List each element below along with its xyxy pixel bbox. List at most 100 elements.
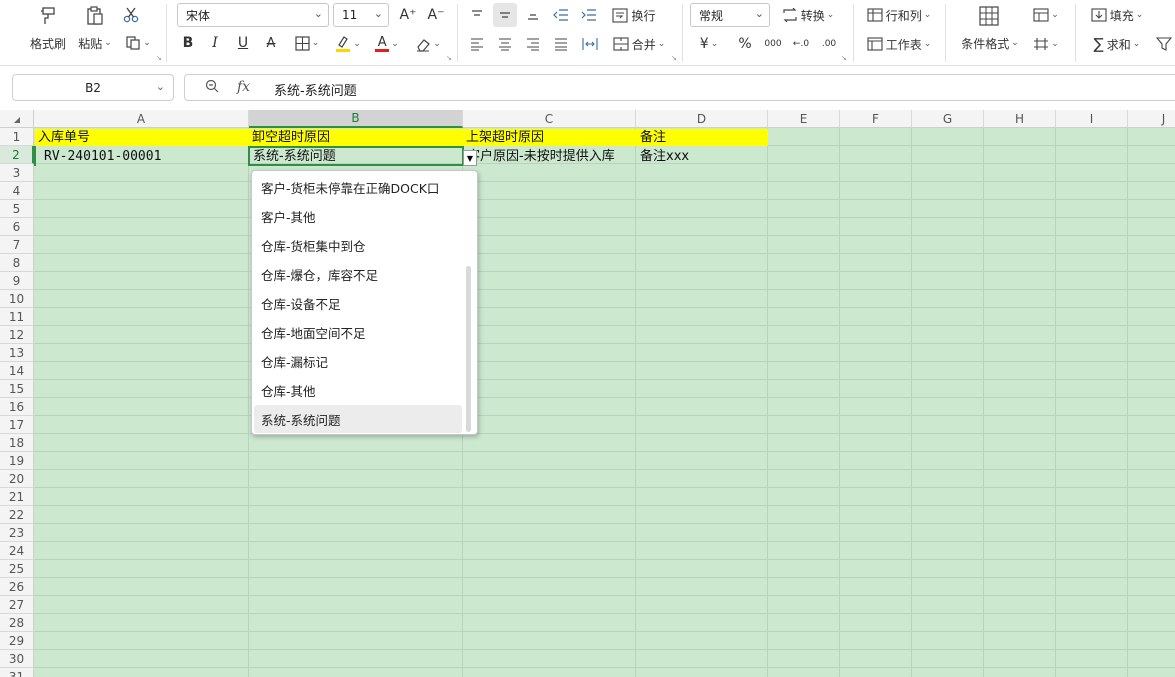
decrease-decimal-icon[interactable]: .00 (818, 34, 840, 54)
column-header-h[interactable]: H (984, 110, 1056, 128)
formula-input[interactable]: fx 系统-系统问题 (184, 74, 1175, 101)
row-header-26[interactable]: 26 (0, 578, 34, 596)
row-header-8[interactable]: 8 (0, 254, 34, 272)
cell-D2[interactable]: 备注xxx (640, 148, 689, 166)
column-header-e[interactable]: E (768, 110, 840, 128)
column-header-c[interactable]: C (463, 110, 636, 128)
row-header-25[interactable]: 25 (0, 560, 34, 578)
dropdown-option[interactable]: 客户-货柜未停靠在正确DOCK口 (254, 173, 462, 201)
dropdown-option[interactable]: 客户-其他 (254, 202, 462, 230)
dropdown-option[interactable]: 系统-系统问题 (254, 405, 462, 433)
cell-A2[interactable]: RV-240101-00001 (44, 148, 161, 166)
distribute-icon[interactable] (579, 34, 601, 54)
convert-button[interactable]: 转换 ⌄ (778, 5, 838, 25)
row-header-22[interactable]: 22 (0, 506, 34, 524)
row-header-21[interactable]: 21 (0, 488, 34, 506)
shrink-font-button[interactable]: A⁻ (425, 5, 447, 25)
cell-A1[interactable]: 入库单号 (38, 129, 90, 147)
strikethrough-button[interactable]: A (261, 33, 281, 53)
conditional-format-button[interactable]: 条件格式 ⌄ (958, 36, 1022, 51)
zoom-icon[interactable] (205, 79, 219, 97)
number-format-select[interactable]: 常规 ⌄ (690, 3, 770, 27)
paste-icon[interactable] (82, 5, 108, 27)
column-header-d[interactable]: D (636, 110, 768, 128)
align-left-icon[interactable] (467, 34, 487, 54)
format-painter-icon[interactable] (28, 5, 68, 27)
column-header-g[interactable]: G (912, 110, 984, 128)
dropdown-option[interactable]: 仓库-爆仓，库容不足 (254, 260, 462, 288)
sum-button[interactable]: ∑ 求和 ⌄ (1086, 34, 1148, 54)
dropdown-option[interactable]: 仓库-设备不足 (254, 289, 462, 317)
fill-button[interactable]: 填充 ⌄ (1086, 5, 1148, 25)
paste-button[interactable]: 粘贴 ⌄ (76, 36, 114, 51)
align-middle-icon[interactable] (493, 3, 517, 27)
row-header-30[interactable]: 30 (0, 650, 34, 668)
copy-icon[interactable]: ⌄ (122, 34, 154, 52)
column-header-j[interactable]: J (1128, 110, 1175, 128)
dropdown-option[interactable]: 仓库-地面空间不足 (254, 318, 462, 346)
scissors-icon[interactable] (120, 5, 142, 25)
row-header-15[interactable]: 15 (0, 380, 34, 398)
row-header-17[interactable]: 17 (0, 416, 34, 434)
dialog-launcher-icon[interactable]: ↘ (446, 54, 452, 62)
cell-C1[interactable]: 上架超时原因 (466, 129, 544, 147)
format-painter-label[interactable]: 格式刷 (26, 36, 70, 51)
row-header-2[interactable]: 2 (0, 146, 34, 164)
align-right-icon[interactable] (523, 34, 543, 54)
grow-font-button[interactable]: A⁺ (397, 5, 419, 25)
column-header-a[interactable]: A (34, 110, 249, 128)
row-header-23[interactable]: 23 (0, 524, 34, 542)
italic-button[interactable]: I (205, 33, 225, 53)
merge-button[interactable]: 合并 ⌄ (609, 34, 669, 54)
highlight-color-button[interactable]: ⌄ (331, 33, 365, 55)
row-header-29[interactable]: 29 (0, 632, 34, 650)
select-all-corner[interactable] (0, 110, 34, 128)
cell-C2[interactable]: 客户原因-未按时提供入库 (467, 148, 637, 166)
font-name-select[interactable]: 宋体 ⌄ (177, 3, 329, 27)
cell-style-icon[interactable]: ⌄ (1030, 5, 1062, 25)
row-header-14[interactable]: 14 (0, 362, 34, 380)
validation-dropdown-list[interactable]: 客户-货柜未停靠在正确DOCK口 客户-其他 仓库-货柜集中到仓 仓库-爆仓，库容不足… (251, 170, 478, 435)
row-header-10[interactable]: 10 (0, 290, 34, 308)
row-header-13[interactable]: 13 (0, 344, 34, 362)
increase-indent-icon[interactable] (578, 5, 600, 25)
align-center-icon[interactable] (495, 34, 515, 54)
rows-columns-button[interactable]: 行和列 ⌄ (863, 5, 935, 25)
row-header-9[interactable]: 9 (0, 272, 34, 290)
border-button[interactable]: ⌄ (291, 33, 323, 53)
row-header-6[interactable]: 6 (0, 218, 34, 236)
column-header-b[interactable]: B (249, 110, 463, 128)
percent-button[interactable]: % (735, 34, 755, 54)
row-header-28[interactable]: 28 (0, 614, 34, 632)
justify-icon[interactable] (551, 34, 571, 54)
row-header-12[interactable]: 12 (0, 326, 34, 344)
dropdown-option[interactable]: 仓库-其他 (254, 376, 462, 404)
dropdown-option[interactable]: 仓库-漏标记 (254, 347, 462, 375)
filter-icon[interactable] (1154, 34, 1174, 54)
cell-B1[interactable]: 卸空超时原因 (252, 129, 330, 147)
column-header-i[interactable]: I (1056, 110, 1128, 128)
fx-icon[interactable]: fx (237, 79, 250, 95)
row-header-16[interactable]: 16 (0, 398, 34, 416)
row-header-24[interactable]: 24 (0, 542, 34, 560)
row-header-5[interactable]: 5 (0, 200, 34, 218)
clear-format-button[interactable]: ⌄ (411, 33, 445, 55)
wrap-text-button[interactable]: 换行 (609, 5, 659, 25)
dialog-launcher-icon[interactable]: ↘ (156, 54, 162, 62)
name-box[interactable]: B2 ⌄ (12, 74, 174, 101)
decrease-indent-icon[interactable] (550, 5, 572, 25)
currency-button[interactable]: ¥ ⌄ (694, 34, 724, 54)
row-header-20[interactable]: 20 (0, 470, 34, 488)
row-header-19[interactable]: 19 (0, 452, 34, 470)
conditional-format-icon[interactable] (976, 4, 1002, 28)
align-bottom-icon[interactable] (523, 5, 543, 25)
dialog-launcher-icon[interactable]: ↘ (671, 54, 677, 62)
freeze-panes-icon[interactable]: ⌄ (1030, 34, 1062, 54)
cell-D1[interactable]: 备注 (640, 129, 666, 147)
row-header-1[interactable]: 1 (0, 128, 34, 146)
column-header-f[interactable]: F (840, 110, 912, 128)
row-header-3[interactable]: 3 (0, 164, 34, 182)
font-color-button[interactable]: A ⌄ (371, 33, 403, 55)
worksheet-button[interactable]: 工作表 ⌄ (863, 34, 935, 54)
validation-dropdown-button[interactable]: ▼ (463, 150, 477, 166)
